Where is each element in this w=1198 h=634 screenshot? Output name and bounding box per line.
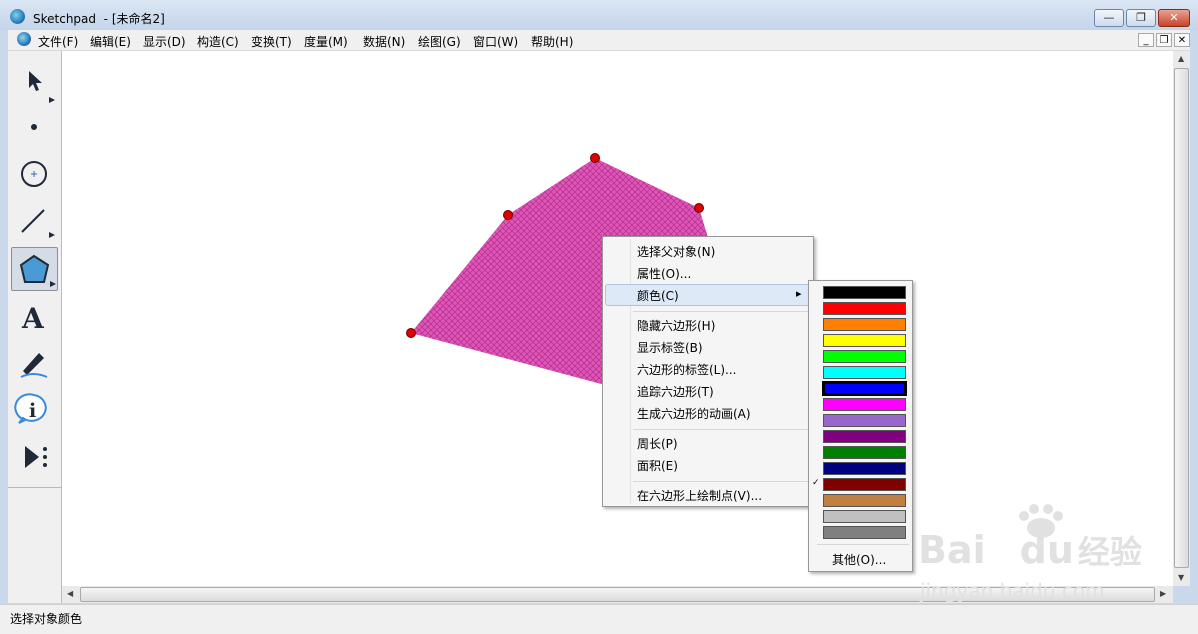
status-bar: 选择对象颜色 <box>0 604 1198 634</box>
menu-item-select-parent[interactable]: 选择父对象(N) <box>637 243 715 260</box>
other-color-item[interactable]: 其他(O)... <box>832 551 886 568</box>
scroll-down-icon[interactable]: ▼ <box>1178 573 1184 582</box>
menu-separator <box>633 429 809 430</box>
color-swatch[interactable] <box>823 494 906 507</box>
watermark-url: jingyan.baidu.com <box>920 579 1105 603</box>
doc-restore-button[interactable]: ❐ <box>1156 33 1172 47</box>
information-tool-icon[interactable]: i <box>11 387 58 431</box>
svg-text:A: A <box>21 302 45 335</box>
menu-separator <box>817 544 909 545</box>
color-swatch[interactable] <box>823 526 906 539</box>
menu-item-area[interactable]: 面积(E) <box>637 457 678 474</box>
menu-item-perimeter[interactable]: 周长(P) <box>637 435 678 452</box>
scroll-up-icon[interactable]: ▲ <box>1178 54 1184 63</box>
submenu-arrow-icon: ▸ <box>796 287 802 300</box>
menu-item-hide-hexagon[interactable]: 隐藏六边形(H) <box>637 317 715 334</box>
restore-icon: ❐ <box>1136 11 1146 24</box>
vertex-point[interactable] <box>503 210 513 220</box>
arrow-select-icon[interactable] <box>11 59 58 103</box>
menu-graph[interactable]: 绘图(G) <box>418 33 461 50</box>
polygon-tool-icon[interactable] <box>11 247 58 291</box>
menu-data[interactable]: 数据(N) <box>363 33 405 50</box>
menu-item-properties[interactable]: 属性(O)... <box>637 265 691 282</box>
menu-item-hexagon-label[interactable]: 六边形的标签(L)... <box>637 361 737 378</box>
menu-item-color[interactable]: 颜色(C) <box>637 287 679 304</box>
context-menu: 选择父对象(N) 属性(O)... 颜色(C) ▸ 隐藏六边形(H) 显示标签(… <box>602 236 814 507</box>
document-icon[interactable] <box>17 32 31 46</box>
scroll-right-icon[interactable]: ▶ <box>1160 589 1166 598</box>
sketchpad-app-icon <box>10 9 25 24</box>
checkmark-icon: ✓ <box>812 478 820 488</box>
color-swatch[interactable] <box>822 381 907 396</box>
svg-text:i: i <box>29 400 36 422</box>
menu-measure[interactable]: 度量(M) <box>304 33 348 50</box>
menu-bar: 文件(F) 编辑(E) 显示(D) 构造(C) 变换(T) 度量(M) 数据(N… <box>8 30 1190 51</box>
menu-item-trace-hexagon[interactable]: 追踪六边形(T) <box>637 383 714 400</box>
close-button[interactable]: ✕ <box>1158 9 1190 27</box>
scroll-left-icon[interactable]: ◀ <box>67 589 73 598</box>
color-swatch[interactable] <box>823 446 906 459</box>
menu-item-animate-hexagon[interactable]: 生成六边形的动画(A) <box>637 405 751 422</box>
menu-help[interactable]: 帮助(H) <box>531 33 573 50</box>
maximize-button[interactable]: ❐ <box>1126 9 1156 27</box>
color-swatch[interactable] <box>823 398 906 411</box>
vertical-scrollbar[interactable]: ▲ ▼ <box>1173 51 1190 586</box>
color-swatch[interactable] <box>823 478 906 491</box>
menu-edit[interactable]: 编辑(E) <box>90 33 131 50</box>
color-swatch[interactable] <box>823 366 906 379</box>
color-swatch[interactable] <box>823 286 906 299</box>
color-swatch[interactable] <box>823 318 906 331</box>
menu-transform[interactable]: 变换(T) <box>251 33 292 50</box>
vertex-point[interactable] <box>590 153 600 163</box>
menu-separator <box>633 311 809 312</box>
point-tool-icon[interactable] <box>11 105 58 149</box>
menu-display[interactable]: 显示(D) <box>143 33 186 50</box>
menu-item-point-on-hexagon[interactable]: 在六边形上绘制点(V)... <box>637 487 762 504</box>
watermark-brand: Bai du 经验 <box>918 528 1142 572</box>
text-tool-icon[interactable]: A <box>11 295 58 339</box>
compass-tool-icon[interactable] <box>11 151 58 195</box>
color-swatch[interactable] <box>823 430 906 443</box>
minimize-button[interactable]: — <box>1094 9 1124 27</box>
color-swatch[interactable] <box>823 462 906 475</box>
menu-separator <box>633 481 809 482</box>
toolbox-divider <box>8 487 61 488</box>
title-bar: Sketchpad - [未命名2] — ❐ ✕ <box>0 0 1198 30</box>
menu-construct[interactable]: 构造(C) <box>197 33 239 50</box>
menu-file[interactable]: 文件(F) <box>38 33 78 50</box>
menu-gutter <box>630 239 631 504</box>
toolbox: A i <box>8 51 62 603</box>
menu-highlight <box>605 284 811 306</box>
marker-tool-icon[interactable] <box>11 341 58 385</box>
color-swatch[interactable] <box>823 302 906 315</box>
straightedge-tool-icon[interactable] <box>11 199 58 243</box>
color-swatch[interactable] <box>823 510 906 523</box>
window-title: Sketchpad - [未命名2] <box>33 12 165 26</box>
minimize-icon: — <box>1103 11 1115 24</box>
close-icon: ✕ <box>1169 11 1179 24</box>
doc-minimize-button[interactable]: _ <box>1138 33 1154 47</box>
custom-tool-icon[interactable] <box>11 435 58 479</box>
vertex-point[interactable] <box>694 203 704 213</box>
vertex-point[interactable] <box>406 328 416 338</box>
color-submenu: ✓ 其他(O)... <box>808 280 913 572</box>
color-swatch[interactable] <box>823 414 906 427</box>
status-text: 选择对象颜色 <box>10 612 83 626</box>
vertical-scroll-thumb[interactable] <box>1174 68 1189 568</box>
color-swatch[interactable] <box>823 334 906 347</box>
menu-window[interactable]: 窗口(W) <box>473 33 518 50</box>
menu-item-show-label[interactable]: 显示标签(B) <box>637 339 703 356</box>
color-swatch[interactable] <box>823 350 906 363</box>
doc-close-button[interactable]: ✕ <box>1174 33 1190 47</box>
